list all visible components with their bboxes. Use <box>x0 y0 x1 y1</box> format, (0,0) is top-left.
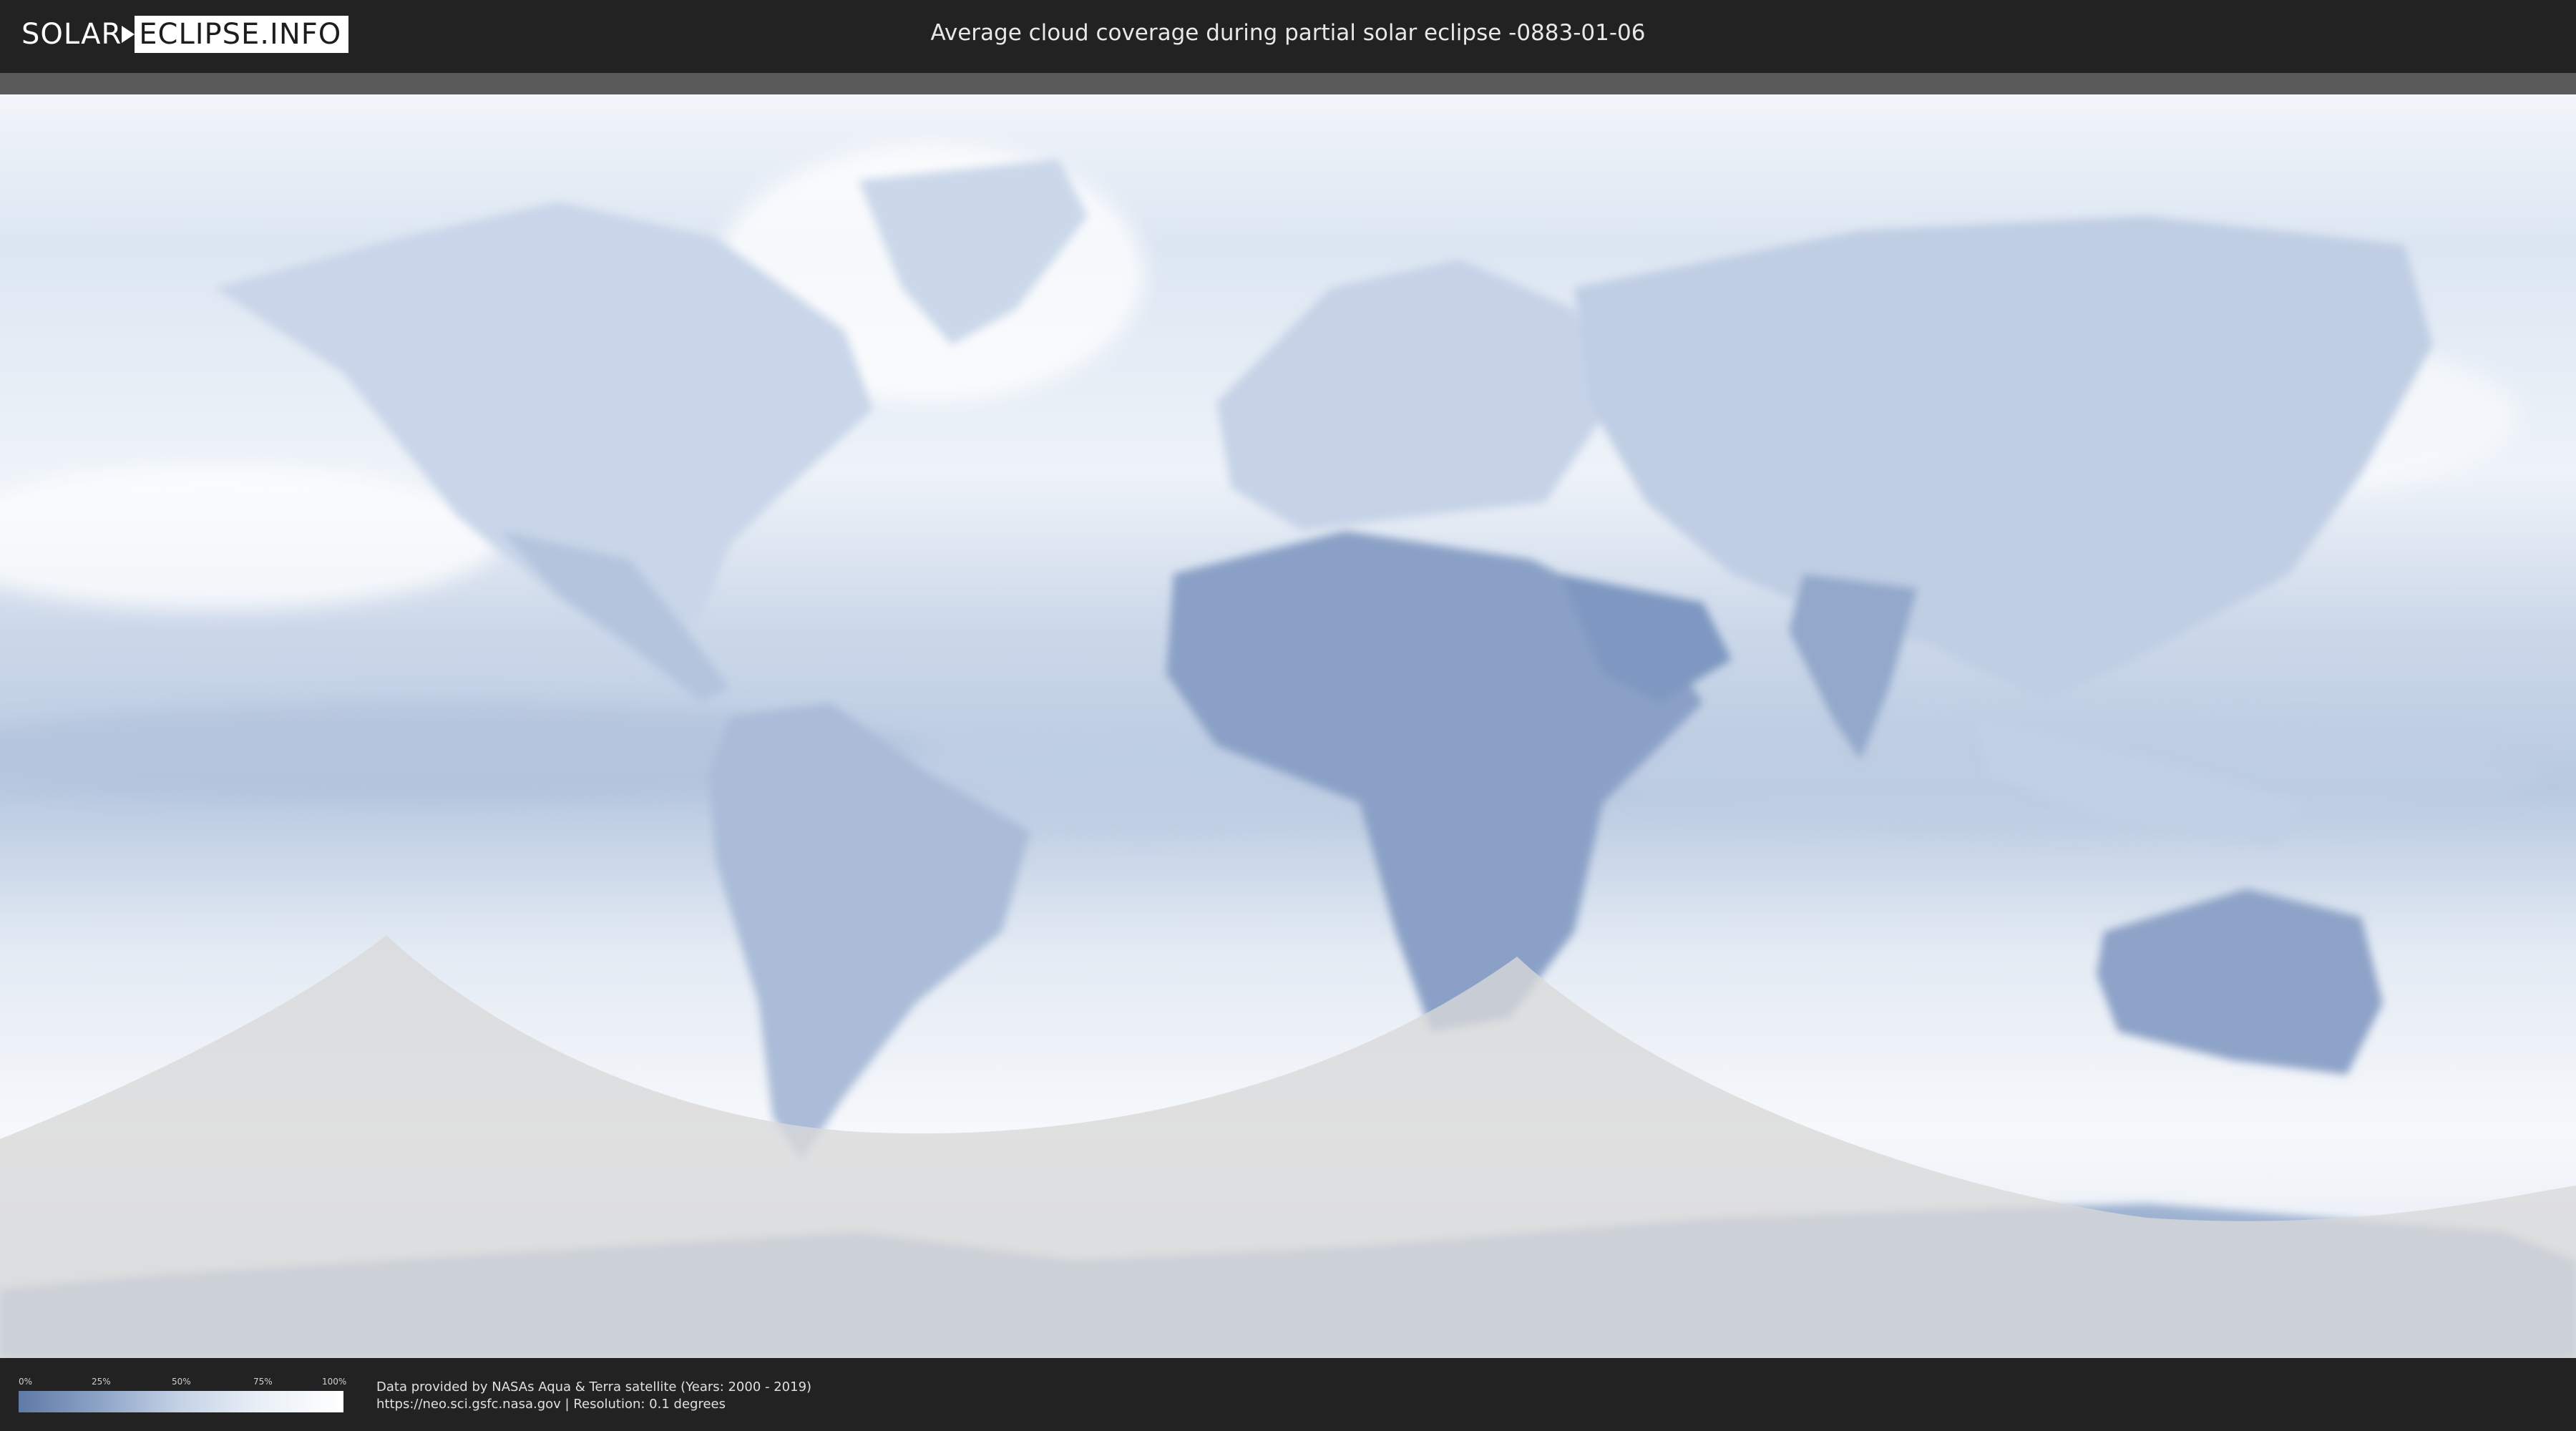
world-map <box>0 73 2576 1358</box>
source-url[interactable]: https://neo.sci.gsfc.nasa.gov | Resoluti… <box>376 1397 726 1412</box>
footer-bar <box>0 1358 2576 1431</box>
legend-tick-0: 0% <box>19 1377 33 1387</box>
header-bar: SOLAR ECLIPSE.INFO Average cloud coverag… <box>0 0 2576 72</box>
page-title: Average cloud coverage during partial so… <box>930 20 1646 46</box>
legend-tick-50: 50% <box>172 1377 191 1387</box>
polar-cap-top <box>0 73 2576 94</box>
data-credit: Data provided by NASAs Aqua & Terra sate… <box>376 1379 812 1395</box>
cloud-coverage-map[interactable] <box>0 73 2576 1358</box>
legend-tick-75: 75% <box>253 1377 273 1387</box>
legend-tick-25: 25% <box>92 1377 111 1387</box>
cloud-coverage-legend <box>19 1391 343 1412</box>
legend-tick-100: 100% <box>322 1377 347 1387</box>
